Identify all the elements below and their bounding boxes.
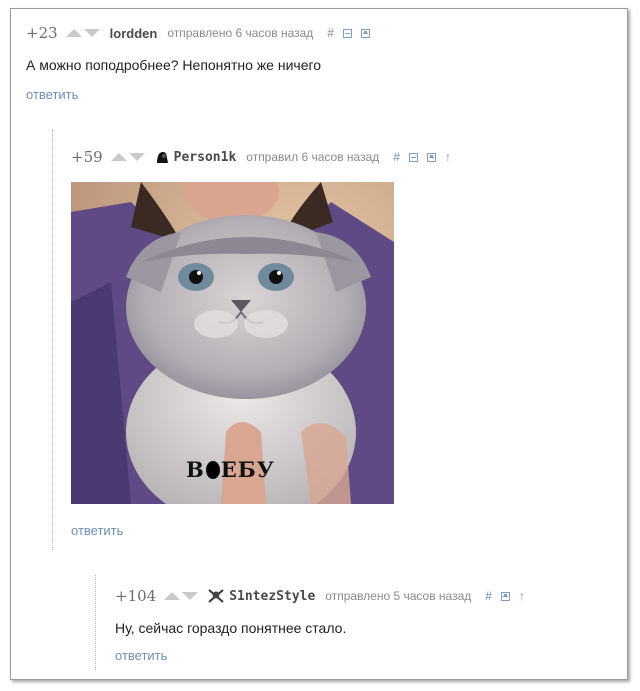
reply-link[interactable]: ответить xyxy=(26,87,78,102)
comment-status: отправлено 6 часов назад xyxy=(167,26,314,40)
comment-3-header: +104 S1ntezStyle отправлено 5 часов наза… xyxy=(115,587,525,605)
comment-rating: +104 xyxy=(115,587,157,605)
comment-author[interactable]: Person1k xyxy=(174,150,237,165)
thread-line xyxy=(95,575,96,670)
skull-avatar-icon xyxy=(208,589,224,603)
downvote-arrow-icon[interactable] xyxy=(182,592,199,600)
collapse-icon[interactable] xyxy=(408,152,418,162)
cat-photo xyxy=(71,182,394,504)
comment-text: А можно поподробнее? Непонятно же ничего xyxy=(26,57,322,73)
image-caption: В ЕБУ xyxy=(186,457,275,482)
comment-2-header: +59 Person1k отправил 6 часов назад # ↑ xyxy=(71,148,451,166)
comment-status: отправлено 5 часов назад xyxy=(325,589,472,603)
comment-text: Ну, сейчас гораздо понятнее стало. xyxy=(115,620,347,636)
downvote-arrow-icon[interactable] xyxy=(83,29,100,37)
upvote-arrow-icon[interactable] xyxy=(65,29,82,37)
comment-rating: +59 xyxy=(71,148,103,166)
reply-link[interactable]: ответить xyxy=(71,523,123,538)
comment-rating: +23 xyxy=(26,24,58,42)
comment-actions: # ↑ xyxy=(393,150,451,164)
comment-actions: # xyxy=(327,26,370,40)
comment-link-icon[interactable]: # xyxy=(393,150,400,164)
upvote-arrow-icon[interactable] xyxy=(164,592,181,600)
comment-link-icon[interactable]: # xyxy=(327,26,334,40)
collapse-icon[interactable] xyxy=(342,28,352,38)
comment-status: отправил 6 часов назад xyxy=(246,150,380,164)
comment-1-header: +23 lordden отправлено 6 часов назад # xyxy=(26,24,370,42)
comment-author[interactable]: S1ntezStyle xyxy=(229,589,315,604)
comment-image: В ЕБУ xyxy=(71,182,394,504)
parent-arrow-icon[interactable]: ↑ xyxy=(519,589,525,603)
save-icon[interactable] xyxy=(360,28,370,38)
vote-arrows xyxy=(164,592,199,600)
vote-arrows xyxy=(65,29,100,37)
censor-blot xyxy=(205,461,220,479)
comment-author[interactable]: lordden xyxy=(110,26,158,41)
save-icon[interactable] xyxy=(426,152,436,162)
user-avatar-icon xyxy=(155,150,169,164)
upvote-arrow-icon[interactable] xyxy=(110,153,127,161)
downvote-arrow-icon[interactable] xyxy=(128,153,145,161)
comment-actions: # ↑ xyxy=(485,589,525,603)
caption-after: ЕБУ xyxy=(220,457,275,482)
thread-line xyxy=(52,130,53,550)
caption-before: В xyxy=(186,457,205,482)
reply-link[interactable]: ответить xyxy=(115,648,167,663)
comment-link-icon[interactable]: # xyxy=(485,589,492,603)
vote-arrows xyxy=(110,153,145,161)
parent-arrow-icon[interactable]: ↑ xyxy=(445,150,451,164)
save-icon[interactable] xyxy=(500,591,510,601)
